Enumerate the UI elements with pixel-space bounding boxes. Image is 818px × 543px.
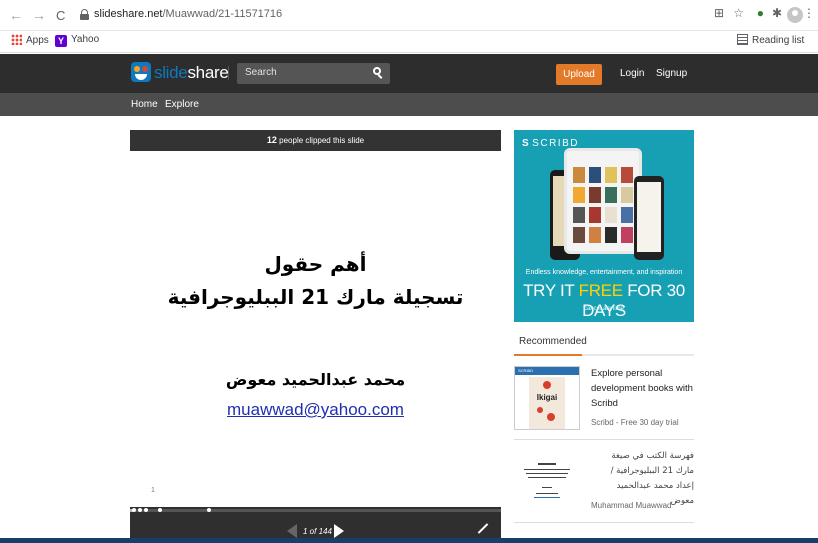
search-icon[interactable]: [373, 67, 383, 79]
slide-title-line2: تسجيلة مارك 21 الببليوجرافية: [167, 285, 464, 309]
search-placeholder: Search: [245, 67, 277, 78]
phone-image-right: [634, 176, 664, 260]
ad-cta: TRY IT FREE FOR 30 DAYS: [523, 281, 685, 320]
bookmark-yahoo[interactable]: Y Yahoo: [55, 34, 99, 47]
os-taskbar: [0, 538, 818, 543]
forward-arrow-icon[interactable]: →: [32, 7, 46, 23]
slide-marker[interactable]: [138, 508, 142, 512]
tablet-image: [564, 148, 642, 254]
recommended-tab[interactable]: Recommended: [519, 336, 587, 347]
recommended-item[interactable]: فهرسة الكتب في صيغة مارك 21 الببليوجرافي…: [514, 449, 694, 515]
slide-title-line1: أهم حقول: [264, 252, 367, 276]
slide-corner-number: 1: [151, 487, 155, 494]
extension-icon[interactable]: ●: [757, 6, 764, 20]
recommended-title[interactable]: Explore personal development books with …: [591, 366, 694, 411]
slide-author: محمد عبدالحميد معوض: [225, 370, 406, 389]
slide-viewer[interactable]: 12 people clipped this slide أهم حقول تس…: [130, 130, 501, 543]
next-slide-button[interactable]: [334, 524, 344, 538]
divider: [514, 439, 694, 440]
profile-avatar-icon[interactable]: [787, 7, 803, 23]
previous-slide-button[interactable]: [287, 524, 297, 538]
recommended-item[interactable]: SCRIBD Ikigai Explore personal developme…: [514, 366, 694, 432]
apps-grid-icon: [11, 34, 22, 45]
recommended-subtitle: Scribd - Free 30 day trial: [591, 418, 679, 427]
ad-cancel-text: cancel anytime: [583, 306, 625, 312]
clip-count-bar: 12 people clipped this slide: [130, 130, 501, 151]
login-link[interactable]: Login: [620, 68, 644, 79]
back-arrow-icon[interactable]: ←: [9, 7, 23, 23]
slide-marker[interactable]: [132, 508, 136, 512]
address-bar[interactable]: slideshare.net/Muawwad/21-11571716: [80, 4, 690, 27]
bookmarks-bar: Apps Y Yahoo Reading list: [0, 31, 818, 53]
site-logo-text[interactable]: slideshare: [154, 63, 229, 83]
menu-dots-icon[interactable]: ⋮: [803, 6, 815, 20]
recommended-subtitle: Muhammad Muawwad: [591, 501, 672, 510]
slide-marker[interactable]: [207, 508, 211, 512]
sub-navigation: Home Explore: [0, 93, 818, 116]
reload-icon[interactable]: C: [56, 8, 65, 23]
puzzle-icon[interactable]: ✱: [772, 6, 782, 20]
bookmark-apps[interactable]: Apps: [11, 34, 49, 46]
signup-link[interactable]: Signup: [656, 68, 687, 79]
fullscreen-icon[interactable]: [478, 523, 488, 533]
recommended-underline: [514, 354, 694, 356]
slide-marker[interactable]: [144, 508, 148, 512]
slide-marker[interactable]: [158, 508, 162, 512]
upload-button[interactable]: Upload: [556, 64, 602, 85]
clip-count: 12: [266, 135, 277, 145]
slide-pager: 1 of 144: [303, 527, 332, 536]
url-text: slideshare.net/Muawwad/21-11571716: [94, 8, 283, 20]
scribd-ad[interactable]: S SCRIBD Endless knowledge, entertainment…: [514, 130, 694, 322]
clip-text: people clipped this slide: [279, 136, 365, 145]
site-header: slideshare Search Upload Login Signup: [0, 54, 818, 93]
translate-icon[interactable]: ⊞: [714, 6, 724, 20]
recommended-thumbnail: [514, 449, 580, 513]
nav-explore[interactable]: Explore: [165, 99, 199, 110]
lock-icon: [80, 9, 89, 20]
search-input[interactable]: Search: [237, 63, 390, 84]
browser-toolbar: ← → C slideshare.net/Muawwad/21-11571716…: [0, 0, 818, 31]
recommended-title[interactable]: فهرسة الكتب في صيغة مارك 21 الببليوجرافي…: [591, 449, 694, 509]
yahoo-icon: Y: [55, 35, 67, 47]
slideshare-logo-icon[interactable]: [131, 62, 151, 84]
reading-list-icon: [737, 34, 748, 45]
header-divider: [228, 66, 229, 80]
reading-list[interactable]: Reading list: [737, 34, 804, 46]
bookmark-star-icon[interactable]: ☆: [733, 6, 744, 20]
scribd-s-icon: S: [522, 138, 531, 149]
ad-tagline: Endless knowledge, entertainment, and in…: [525, 269, 683, 276]
nav-home[interactable]: Home: [131, 99, 158, 110]
divider: [514, 522, 694, 523]
recommended-thumbnail: SCRIBD Ikigai: [514, 366, 580, 430]
slide-email-link[interactable]: muawwad@yahoo.com: [130, 400, 501, 420]
slide-markers: [130, 507, 501, 515]
